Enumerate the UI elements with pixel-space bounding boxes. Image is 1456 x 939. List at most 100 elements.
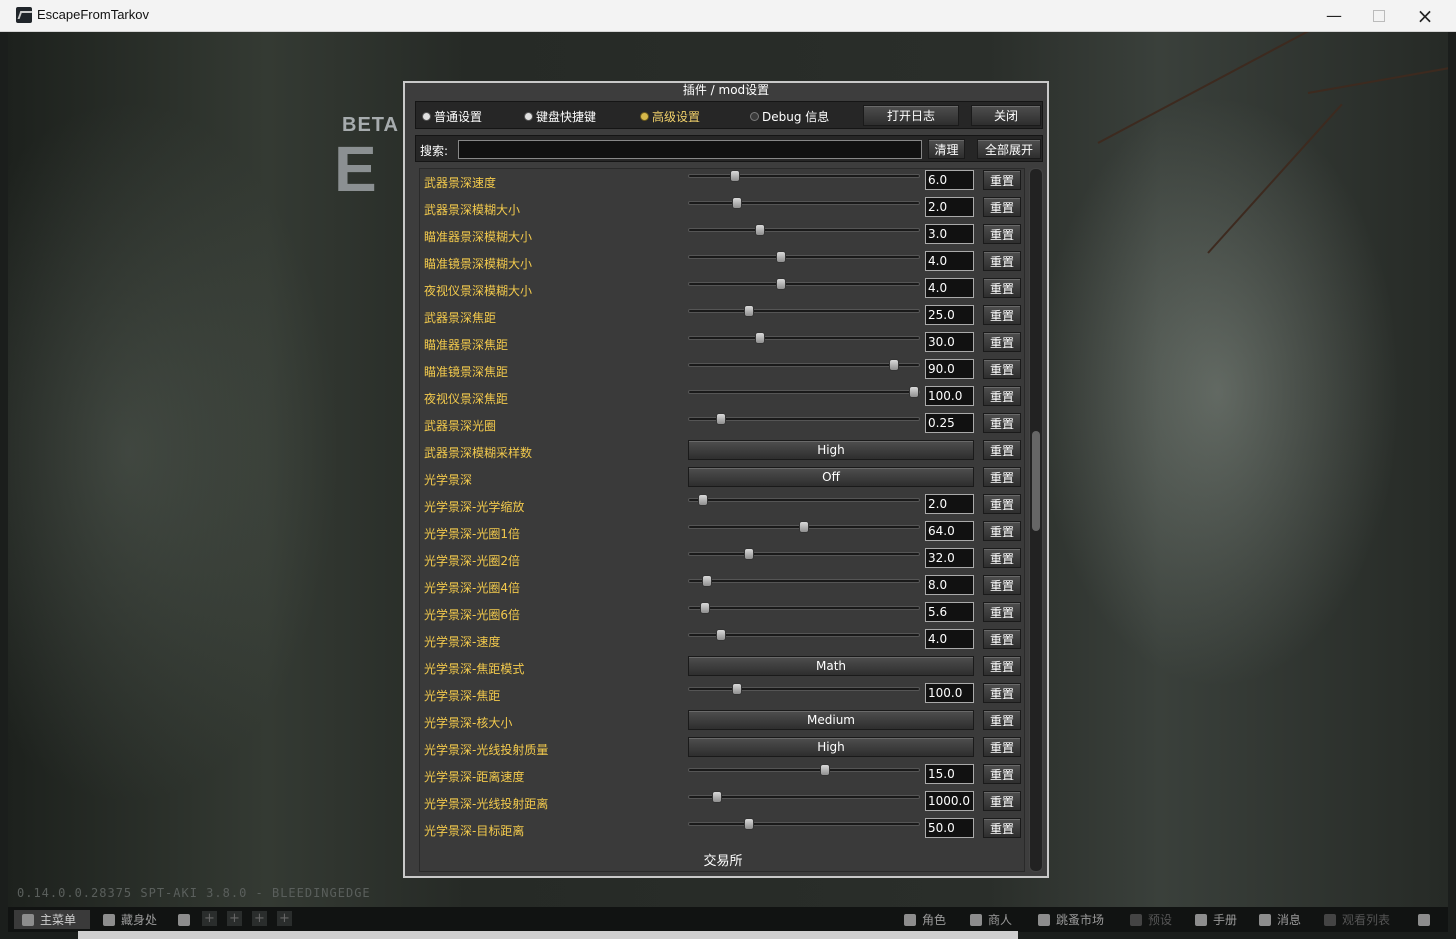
watchlist-button[interactable]: 观看列表 (1324, 910, 1390, 929)
slider-thumb[interactable] (776, 251, 786, 263)
setting-value-field[interactable]: 4.0 (925, 278, 974, 298)
reset-button[interactable]: 重置 (983, 440, 1021, 460)
reset-button[interactable]: 重置 (983, 197, 1021, 217)
setting-value-field[interactable]: 0.25 (925, 413, 974, 433)
slider-thumb[interactable] (743, 818, 754, 830)
reset-button[interactable]: 重置 (983, 764, 1021, 784)
setting-slider[interactable] (688, 818, 920, 830)
slider-thumb[interactable] (909, 386, 920, 398)
setting-value-field[interactable]: 8.0 (925, 575, 974, 595)
reset-button[interactable]: 重置 (983, 602, 1021, 622)
setting-value-field[interactable]: 100.0 (925, 386, 974, 406)
setting-slider[interactable] (688, 521, 920, 533)
expand-all-button[interactable]: 全部展开 (977, 139, 1041, 159)
setting-value-field[interactable]: 5.6 (925, 602, 974, 622)
setting-value-field[interactable]: 100.0 (925, 683, 974, 703)
scrollbar-thumb[interactable] (1032, 431, 1040, 531)
setting-value-field[interactable]: 90.0 (925, 359, 974, 379)
settings-button[interactable] (1418, 910, 1436, 929)
presets-button[interactable]: 预设 (1130, 910, 1172, 929)
slider-thumb[interactable] (700, 602, 711, 614)
setting-slider[interactable] (688, 413, 920, 425)
setting-dropdown[interactable]: High (688, 737, 974, 757)
slider-thumb[interactable] (819, 764, 830, 776)
setting-slider[interactable] (688, 791, 920, 803)
setting-slider[interactable] (688, 170, 920, 182)
setting-value-field[interactable]: 15.0 (925, 764, 974, 784)
setting-slider[interactable] (688, 332, 920, 344)
slider-thumb[interactable] (711, 791, 722, 803)
traders-button[interactable]: 商人 (970, 910, 1012, 929)
slider-thumb[interactable] (755, 224, 766, 236)
hideout-button[interactable]: 藏身处 (103, 910, 157, 929)
setting-slider[interactable] (688, 359, 920, 371)
slider-thumb[interactable] (888, 359, 899, 371)
slider-thumb[interactable] (697, 494, 708, 506)
handbook-button[interactable]: 手册 (1195, 910, 1237, 929)
reset-button[interactable]: 重置 (983, 170, 1021, 190)
reset-button[interactable]: 重置 (983, 548, 1021, 568)
setting-slider[interactable] (688, 629, 920, 641)
slider-thumb[interactable] (776, 278, 786, 290)
reset-button[interactable]: 重置 (983, 494, 1021, 514)
open-log-button[interactable]: 打开日志 (863, 105, 959, 126)
setting-value-field[interactable]: 3.0 (925, 224, 974, 244)
quick-slot-3[interactable]: + (252, 911, 267, 926)
setting-value-field[interactable]: 50.0 (925, 818, 974, 838)
setting-slider[interactable] (688, 224, 920, 236)
setting-slider[interactable] (688, 575, 920, 587)
settings-scrollbar[interactable] (1029, 168, 1043, 872)
slider-thumb[interactable] (716, 413, 727, 425)
setting-value-field[interactable]: 4.0 (925, 251, 974, 271)
reset-button[interactable]: 重置 (983, 629, 1021, 649)
setting-slider[interactable] (688, 494, 920, 506)
reset-button[interactable]: 重置 (983, 332, 1021, 352)
reset-button[interactable]: 重置 (983, 386, 1021, 406)
close-window-button[interactable]: × (1402, 0, 1448, 31)
setting-value-field[interactable]: 4.0 (925, 629, 974, 649)
slider-thumb[interactable] (732, 683, 743, 695)
slider-thumb[interactable] (743, 305, 754, 317)
tab-advanced[interactable]: 高级设置 (640, 108, 700, 125)
main-menu-button[interactable]: 主菜单 (14, 910, 90, 929)
reset-button[interactable]: 重置 (983, 413, 1021, 433)
setting-slider[interactable] (688, 278, 920, 290)
slider-thumb[interactable] (799, 521, 809, 533)
quick-slot-1[interactable]: + (202, 911, 217, 926)
reset-button[interactable]: 重置 (983, 710, 1021, 730)
reset-button[interactable]: 重置 (983, 278, 1021, 298)
setting-slider[interactable] (688, 197, 920, 209)
reset-button[interactable]: 重置 (983, 305, 1021, 325)
reset-button[interactable]: 重置 (983, 683, 1021, 703)
tab-keybinds[interactable]: 键盘快捷键 (524, 108, 596, 125)
setting-slider[interactable] (688, 386, 920, 398)
setting-value-field[interactable]: 1000.0 (925, 791, 974, 811)
reset-button[interactable]: 重置 (983, 818, 1021, 838)
setting-value-field[interactable]: 25.0 (925, 305, 974, 325)
setting-dropdown[interactable]: High (688, 440, 974, 460)
tab-debug[interactable]: Debug 信息 (750, 108, 829, 125)
reset-button[interactable]: 重置 (983, 359, 1021, 379)
setting-slider[interactable] (688, 683, 920, 695)
setting-value-field[interactable]: 2.0 (925, 197, 974, 217)
horizontal-scrollbar[interactable] (78, 931, 1018, 939)
slider-thumb[interactable] (730, 170, 740, 182)
reset-button[interactable]: 重置 (983, 521, 1021, 541)
close-dialog-button[interactable]: 关闭 (971, 105, 1041, 126)
setting-value-field[interactable]: 2.0 (925, 494, 974, 514)
reset-button[interactable]: 重置 (983, 575, 1021, 595)
slider-thumb[interactable] (743, 548, 754, 560)
setting-dropdown[interactable]: Medium (688, 710, 974, 730)
setting-value-field[interactable]: 30.0 (925, 332, 974, 352)
slider-thumb[interactable] (716, 629, 727, 641)
quick-slot-4[interactable]: + (277, 911, 292, 926)
minimize-button[interactable]: — (1311, 0, 1357, 31)
tab-general[interactable]: 普通设置 (422, 108, 482, 125)
setting-value-field[interactable]: 32.0 (925, 548, 974, 568)
reset-button[interactable]: 重置 (983, 224, 1021, 244)
maximize-button[interactable] (1356, 0, 1402, 31)
reset-button[interactable]: 重置 (983, 467, 1021, 487)
setting-value-field[interactable]: 64.0 (925, 521, 974, 541)
setting-slider[interactable] (688, 764, 920, 776)
flea-market-button[interactable]: 跳蚤市场 (1038, 910, 1104, 929)
